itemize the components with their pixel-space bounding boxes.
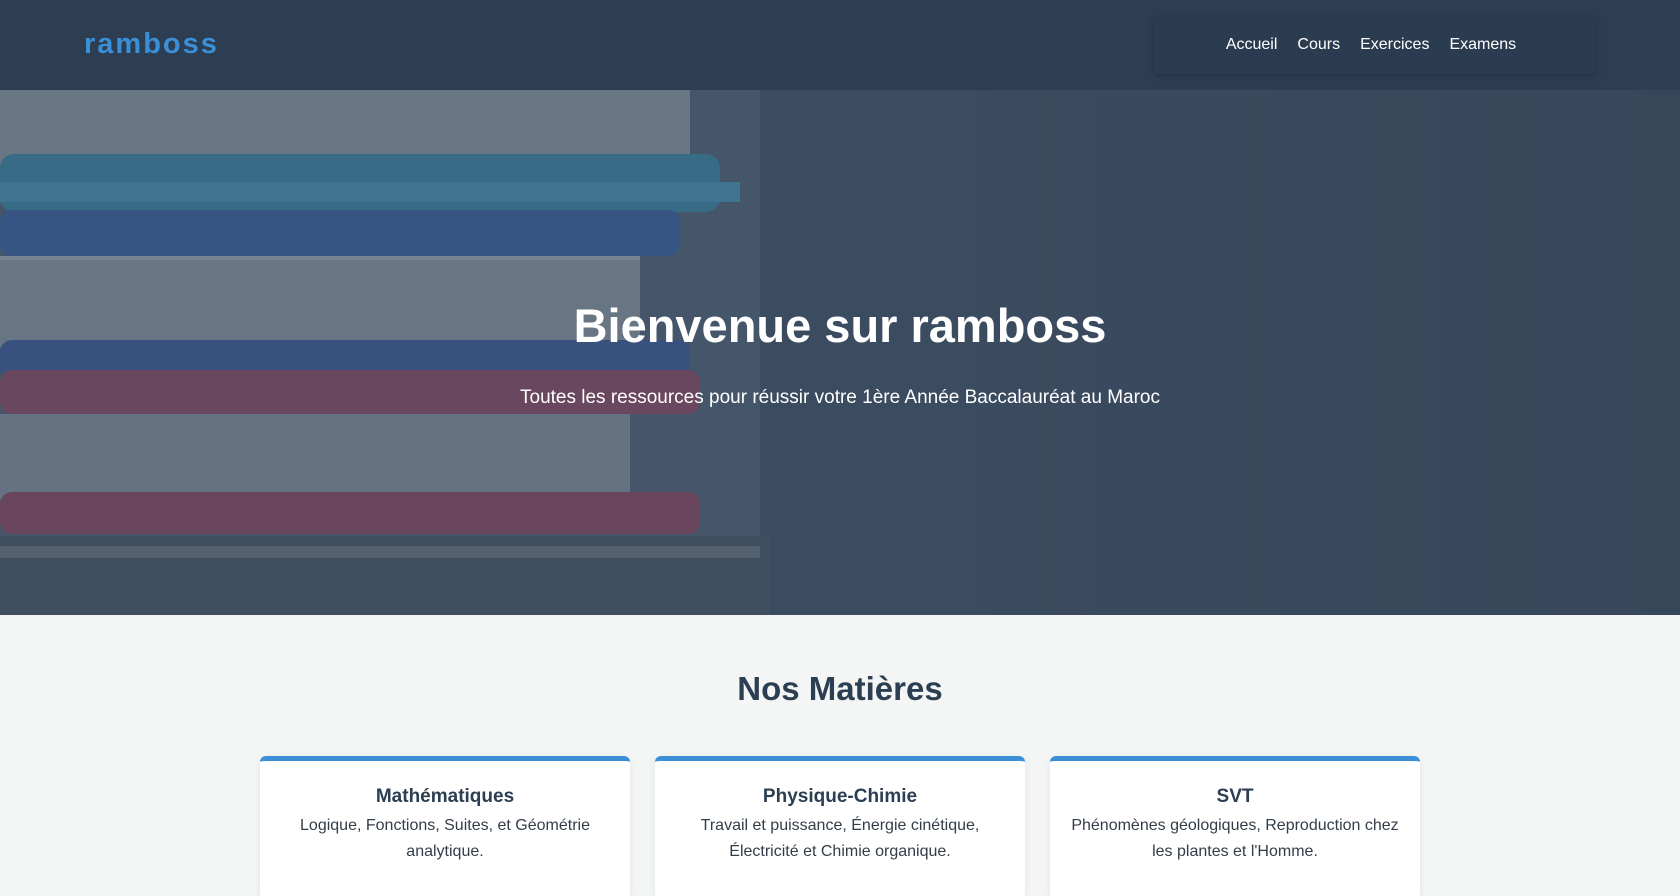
main-nav: Accueil Cours Exercices Examens [1154, 16, 1596, 74]
nav-link-exercices[interactable]: Exercices [1360, 36, 1429, 54]
hero-subtitle: Toutes les ressources pour réussir votre… [520, 387, 1160, 408]
subject-card-mathematiques[interactable]: Mathématiques Logique, Fonctions, Suites… [260, 756, 630, 896]
nav-link-accueil[interactable]: Accueil [1226, 36, 1278, 54]
card-description: Logique, Fonctions, Suites, et Géométrie… [300, 817, 590, 860]
subjects-section: Nos Matières Mathématiques Logique, Fonc… [0, 615, 1680, 896]
site-header: ramboss Accueil Cours Exercices Examens [0, 0, 1680, 90]
card-description: Phénomènes géologiques, Reproduction che… [1071, 817, 1399, 860]
hero-banner: Bienvenue sur ramboss Toutes les ressour… [0, 90, 1680, 615]
card-title: Physique-Chimie [762, 786, 918, 807]
section-title: Nos Matières [737, 670, 943, 707]
card-title: Mathématiques [375, 786, 515, 807]
nav-link-examens[interactable]: Examens [1449, 36, 1516, 54]
card-title: SVT [1216, 786, 1254, 807]
subject-card-svt[interactable]: SVT Phénomènes géologiques, Reproduction… [1050, 756, 1420, 896]
hero-title: Bienvenue sur ramboss [573, 299, 1107, 352]
subject-card-physique-chimie[interactable]: Physique-Chimie Travail et puissance, Én… [655, 756, 1025, 896]
nav-link-cours[interactable]: Cours [1297, 36, 1340, 54]
site-logo[interactable]: ramboss [84, 26, 219, 62]
card-description: Travail et puissance, Énergie cinétique,… [700, 817, 980, 860]
